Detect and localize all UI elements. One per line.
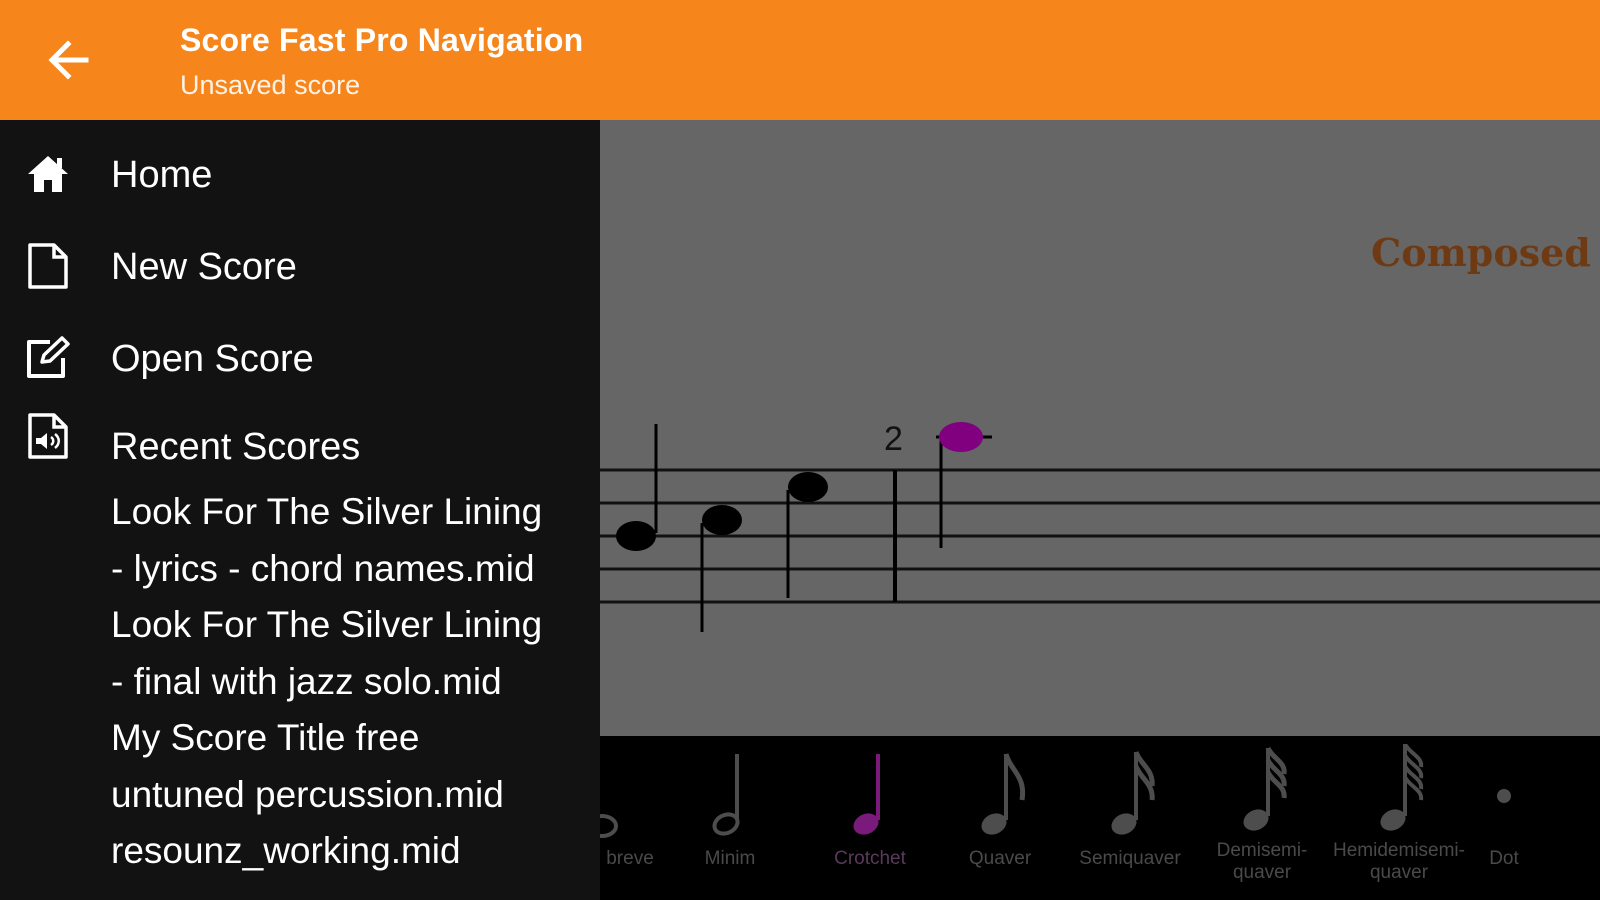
menu-label-open-score: Open Score xyxy=(111,338,314,380)
palette-crotchet[interactable]: Crotchet xyxy=(800,736,940,900)
hemidemisemiquaver-icon xyxy=(1380,744,1424,831)
palette-semiquaver[interactable]: Semiquaver xyxy=(1060,736,1200,900)
palette-label: Quaver xyxy=(968,848,1032,869)
selected-note xyxy=(936,422,992,548)
recent-score-item[interactable]: resounz_working.mid xyxy=(111,823,591,880)
recent-scores-header: Recent Scores xyxy=(111,426,361,468)
menu-item-home[interactable]: Home xyxy=(0,128,600,218)
recent-score-item[interactable]: Look For The Silver Lining - lyrics - ch… xyxy=(111,484,591,597)
semiquaver-icon xyxy=(1111,751,1155,835)
palette-label: Hemidemisemi- quaver xyxy=(1333,840,1465,883)
app-title: Score Fast Pro Navigation xyxy=(180,22,584,58)
arrow-left-icon xyxy=(48,40,89,80)
app-bar: Score Fast Pro Navigation Unsaved score xyxy=(0,0,1600,120)
palette-label: breve xyxy=(606,848,654,869)
recent-scores-list: Look For The Silver Lining - lyrics - ch… xyxy=(111,484,591,880)
menu-label-new-score: New Score xyxy=(111,246,297,288)
palette-label: Minim xyxy=(704,848,756,869)
new-file-icon xyxy=(28,243,68,289)
edit-icon xyxy=(27,336,70,378)
menu-item-open-score[interactable]: Open Score xyxy=(0,312,600,402)
dot-icon xyxy=(1497,789,1511,803)
menu-label-home: Home xyxy=(111,154,213,196)
minim-icon xyxy=(712,754,740,836)
audio-file-icon xyxy=(28,413,68,459)
demisemiquaver-icon xyxy=(1243,746,1287,831)
staff-svg: 2 xyxy=(600,420,1600,632)
note-palette: breve Minim Crotchet Quaver Semiquaver D… xyxy=(600,736,1600,900)
palette-quaver[interactable]: Quaver xyxy=(940,736,1060,900)
quaver-icon xyxy=(981,753,1026,835)
palette-hemidemisemiquaver[interactable]: Hemidemisemi- quaver xyxy=(1324,736,1474,900)
home-icon xyxy=(28,156,68,192)
palette-dot[interactable]: Dot xyxy=(1474,736,1534,900)
back-button[interactable] xyxy=(36,28,100,92)
note xyxy=(616,424,658,551)
palette-minim[interactable]: Minim xyxy=(680,736,780,900)
recent-score-item[interactable]: My Score Title free untuned percussion.m… xyxy=(111,710,591,823)
menu-item-new-score[interactable]: New Score xyxy=(0,220,600,310)
staff-lines xyxy=(600,468,1600,604)
recent-score-item[interactable]: Look For The Silver Lining - final with … xyxy=(111,597,591,710)
measure-number: 2 xyxy=(884,420,903,458)
breve-icon xyxy=(600,814,618,838)
palette-label: Semiquaver xyxy=(1079,848,1181,869)
palette-label: Crotchet xyxy=(834,848,906,869)
crotchet-icon xyxy=(853,754,880,835)
palette-label: Dot xyxy=(1489,848,1519,869)
score-canvas[interactable]: Composed by I 2 xyxy=(600,120,1600,736)
palette-demisemiquaver[interactable]: Demisemi- quaver xyxy=(1192,736,1332,900)
palette-breve[interactable]: breve xyxy=(600,736,660,900)
palette-label: Demisemi- quaver xyxy=(1216,840,1308,883)
navigation-drawer: Home New Score Open Score Recent Scores … xyxy=(0,120,600,900)
app-subtitle: Unsaved score xyxy=(180,70,361,100)
